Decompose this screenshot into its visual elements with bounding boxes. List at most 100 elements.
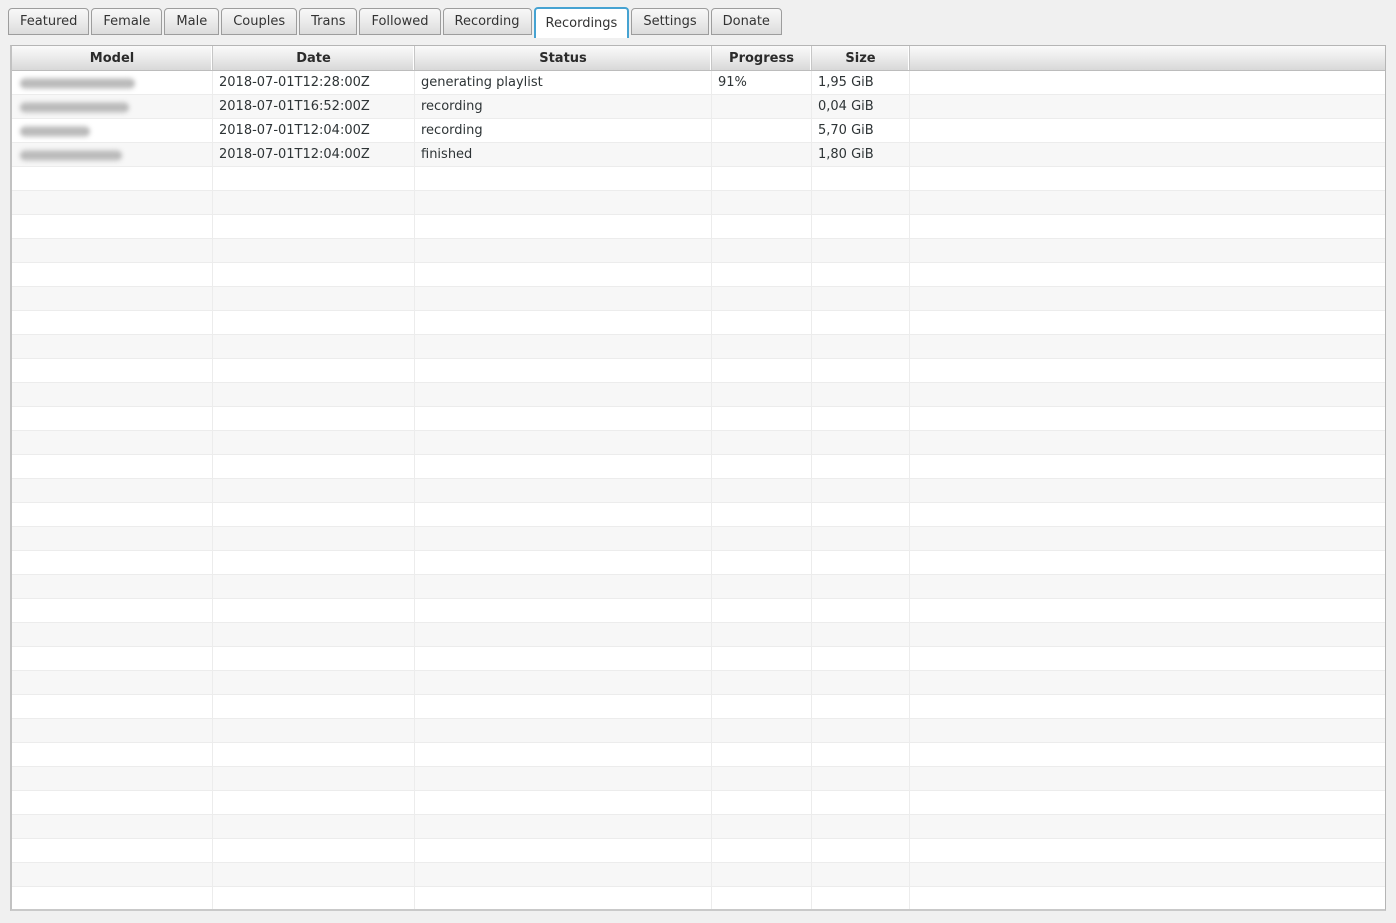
cell-progress — [712, 599, 812, 622]
table-row-empty — [12, 887, 1385, 909]
cell-status — [415, 839, 712, 862]
cell-fill — [910, 407, 1385, 430]
cell-size — [812, 575, 910, 598]
cell-status — [415, 743, 712, 766]
cell-model — [12, 455, 213, 478]
cell-date — [213, 191, 415, 214]
cell-fill — [910, 551, 1385, 574]
table-row-empty — [12, 479, 1385, 503]
cell-size — [812, 215, 910, 238]
cell-date — [213, 719, 415, 742]
cell-date — [213, 383, 415, 406]
cell-fill — [910, 215, 1385, 238]
table-row[interactable]: 2018-07-01T16:52:00Zrecording0,04 GiB — [12, 95, 1385, 119]
cell-progress — [712, 815, 812, 838]
table-row[interactable]: 2018-07-01T12:04:00Zfinished1,80 GiB — [12, 143, 1385, 167]
cell-fill — [910, 503, 1385, 526]
cell-size — [812, 191, 910, 214]
cell-progress — [712, 719, 812, 742]
cell-date — [213, 791, 415, 814]
cell-date — [213, 815, 415, 838]
cell-date — [213, 479, 415, 502]
cell-model — [12, 239, 213, 262]
cell-progress — [712, 695, 812, 718]
cell-fill — [910, 623, 1385, 646]
cell-progress — [712, 791, 812, 814]
cell-progress — [712, 743, 812, 766]
table-row-empty — [12, 863, 1385, 887]
cell-status — [415, 695, 712, 718]
cell-progress — [712, 215, 812, 238]
cell-size — [812, 791, 910, 814]
column-header-date[interactable]: Date — [213, 46, 415, 70]
column-header-status[interactable]: Status — [415, 46, 712, 70]
cell-status — [415, 575, 712, 598]
table-row-empty — [12, 191, 1385, 215]
cell-size — [812, 671, 910, 694]
cell-date — [213, 167, 415, 190]
cell-size: 5,70 GiB — [812, 119, 910, 142]
column-header-model[interactable]: Model — [12, 46, 213, 70]
cell-fill — [910, 167, 1385, 190]
cell-progress — [712, 647, 812, 670]
redacted-model-name — [20, 78, 135, 89]
cell-model — [12, 215, 213, 238]
tab-couples[interactable]: Couples — [221, 8, 297, 35]
cell-progress — [712, 263, 812, 286]
cell-status — [415, 623, 712, 646]
table-row-empty — [12, 767, 1385, 791]
cell-model — [12, 767, 213, 790]
cell-progress — [712, 671, 812, 694]
table-row-empty — [12, 839, 1385, 863]
cell-fill — [910, 431, 1385, 454]
cell-model — [12, 599, 213, 622]
cell-date — [213, 239, 415, 262]
cell-status — [415, 599, 712, 622]
cell-status: recording — [415, 119, 712, 142]
cell-fill — [910, 743, 1385, 766]
cell-size — [812, 263, 910, 286]
cell-status — [415, 647, 712, 670]
cell-fill — [910, 359, 1385, 382]
tab-recording[interactable]: Recording — [443, 8, 532, 35]
tab-male[interactable]: Male — [164, 8, 219, 35]
cell-model — [12, 863, 213, 886]
table-row-empty — [12, 815, 1385, 839]
cell-progress: 91% — [712, 71, 812, 94]
cell-size — [812, 431, 910, 454]
table-row[interactable]: 2018-07-01T12:04:00Zrecording5,70 GiB — [12, 119, 1385, 143]
cell-progress — [712, 479, 812, 502]
table-row[interactable]: 2018-07-01T12:28:00Zgenerating playlist9… — [12, 71, 1385, 95]
cell-fill — [910, 335, 1385, 358]
column-header-progress[interactable]: Progress — [712, 46, 812, 70]
cell-model — [12, 359, 213, 382]
cell-progress — [712, 623, 812, 646]
cell-model — [12, 719, 213, 742]
cell-size — [812, 839, 910, 862]
cell-model — [12, 527, 213, 550]
cell-date: 2018-07-01T12:28:00Z — [213, 71, 415, 94]
tab-trans[interactable]: Trans — [299, 8, 357, 35]
cell-model — [12, 383, 213, 406]
tab-featured[interactable]: Featured — [8, 8, 89, 35]
tab-donate[interactable]: Donate — [711, 8, 782, 35]
cell-fill — [910, 455, 1385, 478]
cell-date — [213, 623, 415, 646]
table-header-row: ModelDateStatusProgressSize — [12, 46, 1385, 71]
cell-size — [812, 767, 910, 790]
table-row-empty — [12, 263, 1385, 287]
cell-model — [12, 575, 213, 598]
column-header-size[interactable]: Size — [812, 46, 910, 70]
cell-size — [812, 407, 910, 430]
cell-date — [213, 599, 415, 622]
tab-recordings[interactable]: Recordings — [534, 7, 630, 38]
cell-model — [12, 479, 213, 502]
cell-progress — [712, 359, 812, 382]
cell-date — [213, 839, 415, 862]
tab-female[interactable]: Female — [91, 8, 162, 35]
tab-settings[interactable]: Settings — [631, 8, 708, 35]
cell-status — [415, 263, 712, 286]
tab-followed[interactable]: Followed — [359, 8, 440, 35]
cell-model — [12, 671, 213, 694]
table-row-empty — [12, 359, 1385, 383]
